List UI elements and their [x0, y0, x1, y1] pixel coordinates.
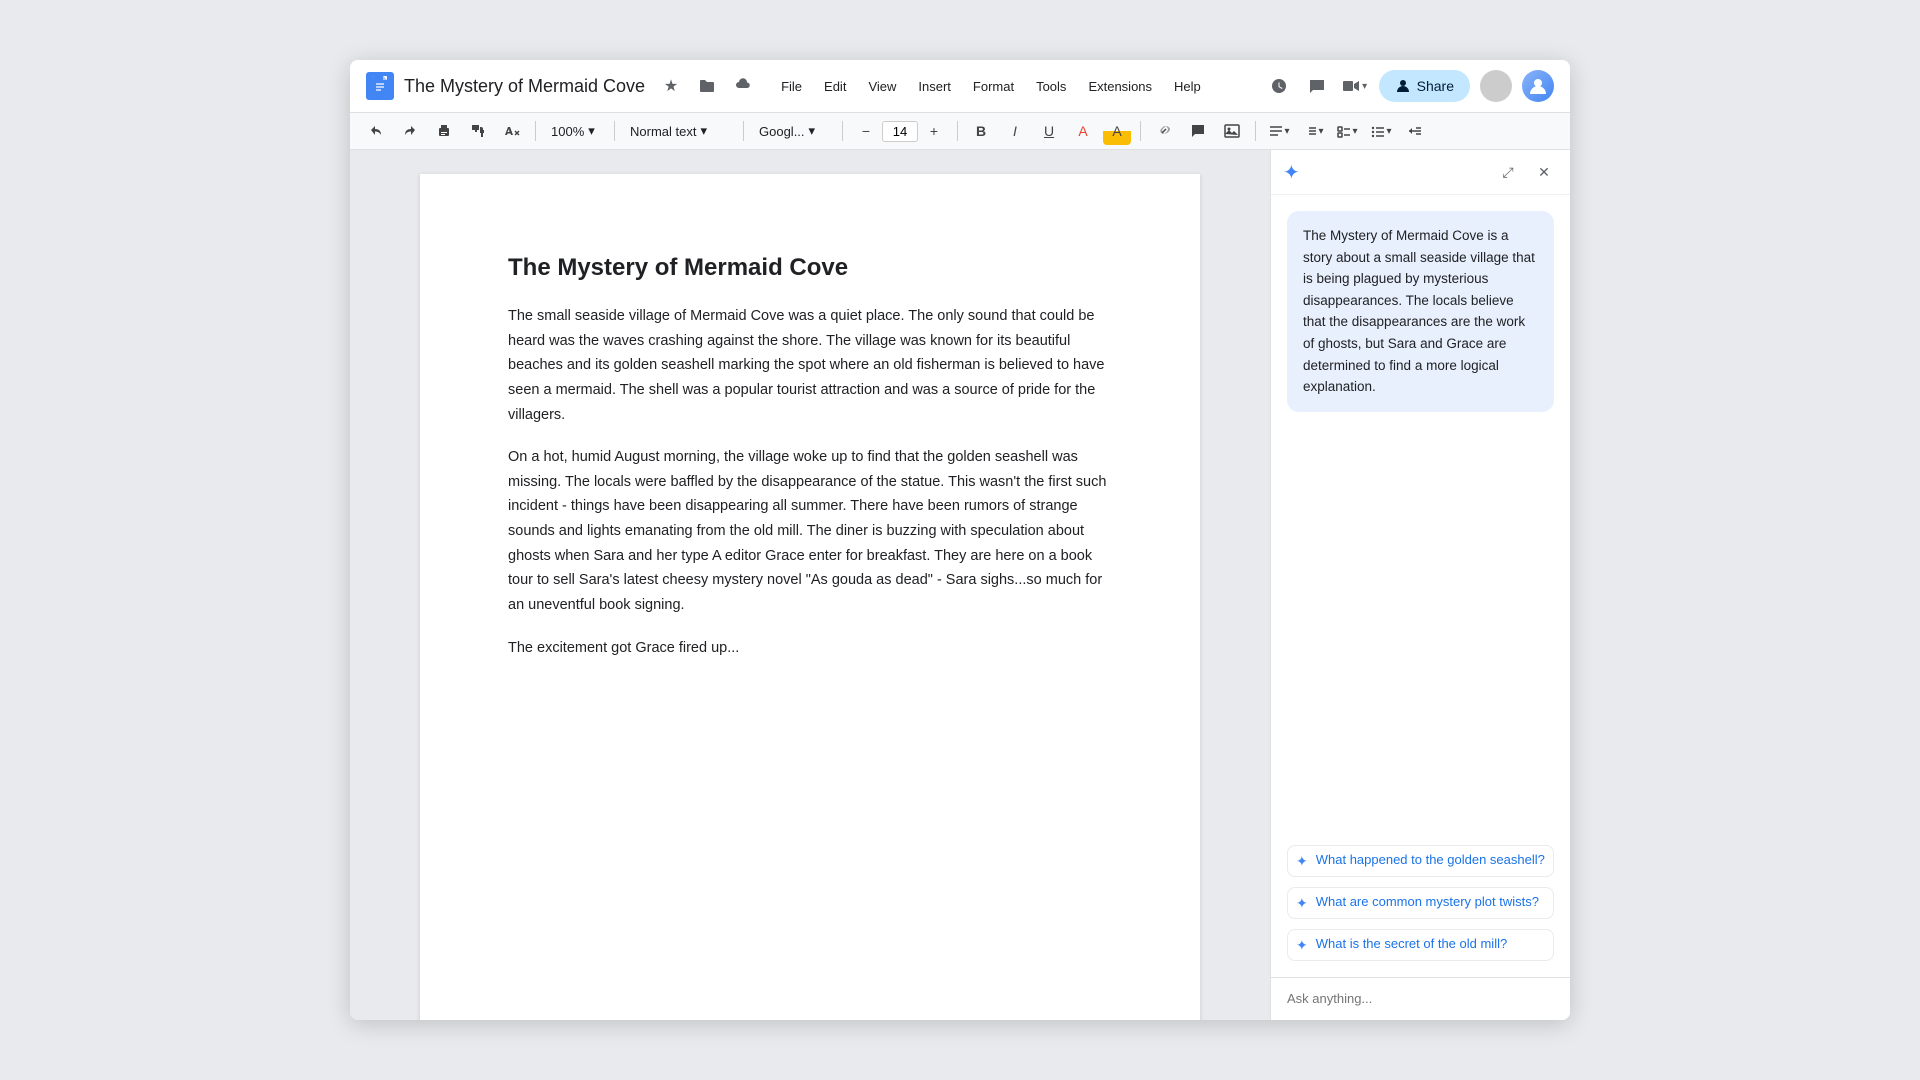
app-window: The Mystery of Mermaid Cove ★ File Edit …	[350, 60, 1570, 1020]
ai-response-bubble: The Mystery of Mermaid Cove is a story a…	[1287, 211, 1554, 412]
paint-format-button[interactable]	[464, 117, 492, 145]
undo-button[interactable]	[362, 117, 390, 145]
checklist-button[interactable]: ▾	[1333, 117, 1361, 145]
menu-file[interactable]: File	[771, 75, 812, 98]
menu-extensions[interactable]: Extensions	[1078, 75, 1162, 98]
document-area: The Mystery of Mermaid Cove The small se…	[350, 150, 1270, 1020]
menu-insert[interactable]: Insert	[908, 75, 961, 98]
font-selector[interactable]: Googl... ▾	[753, 121, 833, 141]
title-section: The Mystery of Mermaid Cove ★ File Edit …	[404, 72, 1255, 100]
menu-format[interactable]: Format	[963, 75, 1024, 98]
user-avatar[interactable]	[1522, 70, 1554, 102]
comment-inline-button[interactable]	[1184, 117, 1212, 145]
ai-panel: ✦ ⤢ ✕ The Mystery of Mermaid Cove is a s…	[1270, 150, 1570, 1020]
ai-panel-header: ✦ ⤢ ✕	[1271, 150, 1570, 195]
font-size-input[interactable]: 14	[882, 121, 918, 142]
paragraph-2: On a hot, humid August morning, the vill…	[508, 445, 1112, 617]
ai-suggestion-2[interactable]: ✦ What are common mystery plot twists?	[1287, 887, 1554, 919]
redo-button[interactable]	[396, 117, 424, 145]
ai-suggestion-1[interactable]: ✦ What happened to the golden seashell?	[1287, 845, 1554, 877]
text-color-button[interactable]: A	[1069, 117, 1097, 145]
divider-2	[614, 121, 615, 141]
history-button[interactable]	[1265, 72, 1293, 100]
document-title: The Mystery of Mermaid Cove	[404, 76, 645, 97]
align-button[interactable]: ▾	[1265, 117, 1293, 145]
main-area: The Mystery of Mermaid Cove The small se…	[350, 150, 1570, 1020]
italic-button[interactable]: I	[1001, 117, 1029, 145]
menu-edit[interactable]: Edit	[814, 75, 856, 98]
style-selector[interactable]: Normal text ▾	[624, 121, 734, 141]
font-size-increase[interactable]: +	[920, 117, 948, 145]
menu-bar: File Edit View Insert Format Tools Exten…	[763, 73, 1219, 100]
menu-help[interactable]: Help	[1164, 75, 1211, 98]
suggestion-star-2: ✦	[1296, 895, 1308, 912]
ai-response-text: The Mystery of Mermaid Cove is a story a…	[1303, 228, 1535, 394]
ai-suggestions: ✦ What happened to the golden seashell? …	[1271, 829, 1570, 977]
ai-expand-button[interactable]: ⤢	[1494, 158, 1522, 186]
spellcheck-button[interactable]	[498, 117, 526, 145]
toolbar: 100% ▾ Normal text ▾ Googl... ▾ − 14 + B…	[350, 113, 1570, 150]
document-body: The small seaside village of Mermaid Cov…	[508, 304, 1112, 660]
folder-button[interactable]	[693, 72, 721, 100]
list-button[interactable]: ▾	[1367, 117, 1395, 145]
ai-star-icon: ✦	[1283, 160, 1300, 185]
share-label: Share	[1417, 78, 1454, 94]
suggestion-text-2: What are common mystery plot twists?	[1316, 894, 1539, 909]
ai-close-button[interactable]: ✕	[1530, 158, 1558, 186]
title-icons: ★	[657, 72, 757, 100]
document-heading: The Mystery of Mermaid Cove	[508, 254, 1112, 282]
divider-5	[957, 121, 958, 141]
suggestion-text-1: What happened to the golden seashell?	[1316, 852, 1545, 867]
star-button[interactable]: ★	[657, 72, 685, 100]
title-bar: The Mystery of Mermaid Cove ★ File Edit …	[350, 60, 1570, 113]
link-button[interactable]	[1150, 117, 1178, 145]
cloud-button[interactable]	[729, 72, 757, 100]
meet-button[interactable]: ▾	[1341, 72, 1369, 100]
menu-tools[interactable]: Tools	[1026, 75, 1076, 98]
line-spacing-button[interactable]: ▾	[1299, 117, 1327, 145]
divider-3	[743, 121, 744, 141]
document-page: The Mystery of Mermaid Cove The small se…	[420, 174, 1200, 1020]
avatar-placeholder	[1480, 70, 1512, 102]
indent-button[interactable]	[1401, 117, 1429, 145]
zoom-selector[interactable]: 100% ▾	[545, 121, 605, 141]
paragraph-3: The excitement got Grace fired up...	[508, 636, 1112, 661]
ai-input-area	[1271, 977, 1570, 1020]
title-bar-top: The Mystery of Mermaid Cove ★ File Edit …	[404, 72, 1255, 100]
divider-7	[1255, 121, 1256, 141]
bold-button[interactable]: B	[967, 117, 995, 145]
suggestion-star-3: ✦	[1296, 937, 1308, 954]
comment-button[interactable]	[1303, 72, 1331, 100]
paragraph-1: The small seaside village of Mermaid Cov…	[508, 304, 1112, 427]
doc-icon	[366, 72, 394, 100]
title-bar-right: ▾ Share	[1265, 70, 1554, 102]
share-button[interactable]: Share	[1379, 70, 1470, 102]
suggestion-text-3: What is the secret of the old mill?	[1316, 936, 1507, 951]
font-size-decrease[interactable]: −	[852, 117, 880, 145]
ai-suggestion-3[interactable]: ✦ What is the secret of the old mill?	[1287, 929, 1554, 961]
divider-4	[842, 121, 843, 141]
divider-1	[535, 121, 536, 141]
print-button[interactable]	[430, 117, 458, 145]
divider-6	[1140, 121, 1141, 141]
menu-view[interactable]: View	[858, 75, 906, 98]
font-size-controls: − 14 +	[852, 117, 948, 145]
suggestion-star-1: ✦	[1296, 853, 1308, 870]
highlight-button[interactable]: A	[1103, 117, 1131, 145]
ai-input[interactable]	[1287, 991, 1554, 1006]
image-button[interactable]	[1218, 117, 1246, 145]
underline-button[interactable]: U	[1035, 117, 1063, 145]
ai-panel-content: The Mystery of Mermaid Cove is a story a…	[1271, 195, 1570, 829]
